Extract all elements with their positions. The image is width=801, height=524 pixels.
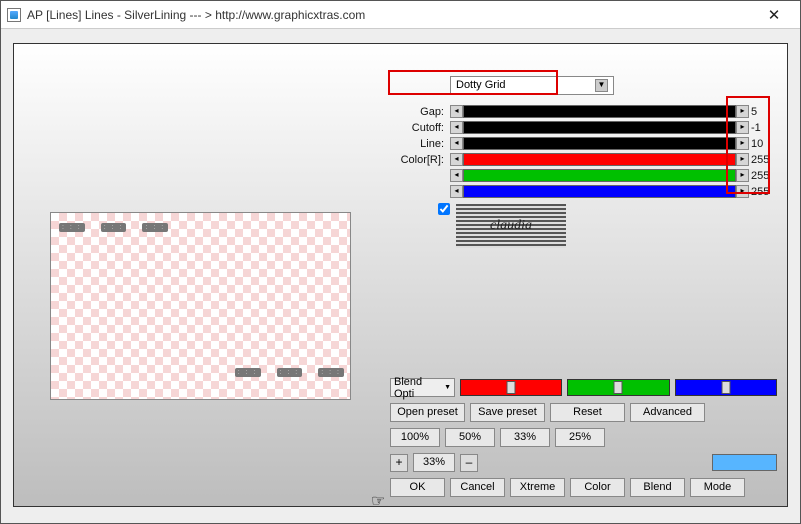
preset-selected: Dotty Grid [456,79,506,91]
blend-slider-r[interactable] [460,379,562,396]
zoom-50-button[interactable]: 50% [445,428,495,447]
cutoff-bar[interactable] [463,121,736,134]
line-label: Line: [390,138,450,150]
preset-select[interactable]: Dotty Grid ▼ [450,76,614,95]
zoom-25-button[interactable]: 25% [555,428,605,447]
gap-label: Gap: [390,106,450,118]
line-bar[interactable] [463,137,736,150]
color-r-bar[interactable] [463,153,736,166]
open-preset-button[interactable]: Open preset [390,403,465,422]
zoom-33-button[interactable]: 33% [500,428,550,447]
color-g-value: 255 [749,170,777,182]
create-lines-checkbox[interactable] [438,203,450,215]
color-b-value: 255 [749,186,777,198]
blend-slider-b[interactable] [675,379,777,396]
cutoff-label: Cutoff: [390,122,450,134]
color-b-bar[interactable] [463,185,736,198]
blend-button[interactable]: Blend [630,478,685,497]
cutoff-value: -1 [749,122,777,134]
pointer-hand-icon: ☞ [371,491,385,511]
app-icon [7,8,21,22]
dialog-window: AP [Lines] Lines - SilverLining --- > ht… [0,0,801,524]
claudia-logo: claudia [456,204,566,248]
reset-button[interactable]: Reset [550,403,625,422]
xtreme-button[interactable]: Xtreme [510,478,565,497]
main-panel: : : :: : :: : : : : :: : :: : : Dotty Gr… [13,43,788,507]
mode-button[interactable]: Mode [690,478,745,497]
titlebar[interactable]: AP [Lines] Lines - SilverLining --- > ht… [1,1,800,29]
gap-dec[interactable]: ◂ [450,105,463,118]
bottom-panel: Blend Opti▼ Open preset Save preset Rese… [390,378,777,503]
save-preset-button[interactable]: Save preset [470,403,545,422]
zoom-in-button[interactable]: + [390,454,408,472]
color-b-inc[interactable]: ▸ [736,185,749,198]
color-r-value: 255 [749,154,777,166]
color-swatch[interactable] [712,454,777,471]
preview-dots-bottom: : : :: : :: : : [235,368,344,377]
color-g-dec[interactable]: ◂ [450,169,463,182]
color-g-bar[interactable] [463,169,736,182]
window-title: AP [Lines] Lines - SilverLining --- > ht… [27,8,754,22]
ok-button[interactable]: OK [390,478,445,497]
color-r-inc[interactable]: ▸ [736,153,749,166]
close-icon[interactable]: ✕ [754,6,794,24]
blend-option-select[interactable]: Blend Opti▼ [390,378,455,397]
cancel-button[interactable]: Cancel [450,478,505,497]
preview-area: : : :: : :: : : : : :: : :: : : [50,212,351,400]
advanced-button[interactable]: Advanced [630,403,705,422]
color-g-inc[interactable]: ▸ [736,169,749,182]
zoom-100-button[interactable]: 100% [390,428,440,447]
zoom-value[interactable]: 33% [413,453,455,472]
param-controls: Dotty Grid ▼ Gap: ◂ ▸ 5 Cutoff: ◂ ▸ -1 L… [390,74,777,215]
blend-slider-g[interactable] [567,379,669,396]
gap-value: 5 [749,106,777,118]
color-button[interactable]: Color [570,478,625,497]
zoom-out-button[interactable]: – [460,454,478,472]
color-b-dec[interactable]: ◂ [450,185,463,198]
color-r-dec[interactable]: ◂ [450,153,463,166]
preview-dots-top: : : :: : :: : : [59,223,168,232]
line-dec[interactable]: ◂ [450,137,463,150]
cutoff-inc[interactable]: ▸ [736,121,749,134]
chevron-down-icon: ▼ [595,79,608,92]
cutoff-dec[interactable]: ◂ [450,121,463,134]
gap-inc[interactable]: ▸ [736,105,749,118]
gap-bar[interactable] [463,105,736,118]
line-value: 10 [749,138,777,150]
line-inc[interactable]: ▸ [736,137,749,150]
color-r-label: Color[R]: [390,154,450,166]
